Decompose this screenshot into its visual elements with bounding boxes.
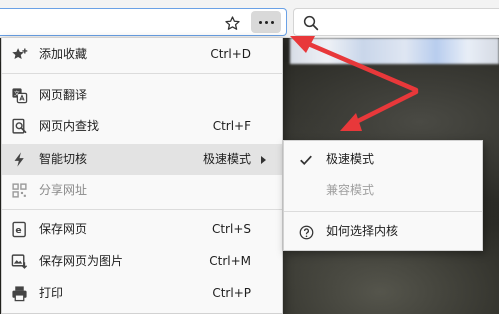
help-circle-icon bbox=[298, 224, 314, 240]
menu-item-save-page[interactable]: e 保存网页 Ctrl+S bbox=[2, 214, 282, 245]
menu-item-translate[interactable]: 文 网页翻译 bbox=[2, 80, 282, 111]
star-icon bbox=[224, 15, 240, 30]
menu-item-shortcut: Ctrl+M bbox=[209, 254, 251, 268]
more-menu-button[interactable] bbox=[251, 11, 281, 33]
submenu-arrow-icon bbox=[261, 156, 266, 164]
submenu-item-label: 极速模式 bbox=[326, 152, 375, 166]
menu-item-smart-kernel[interactable]: 智能切核 极速模式 bbox=[2, 144, 282, 175]
submenu-item-label: 兼容模式 bbox=[326, 183, 375, 197]
menu-item-shortcut: Ctrl+S bbox=[211, 222, 251, 236]
menu-item-label: 打印 bbox=[39, 286, 64, 300]
submenu-item-speed-mode[interactable]: 极速模式 bbox=[284, 144, 482, 175]
menu-item-label: 网页翻译 bbox=[39, 88, 88, 102]
menu-item-label: 添加收藏 bbox=[39, 47, 88, 61]
menu-divider bbox=[2, 73, 282, 74]
save-page-icon: e bbox=[11, 221, 28, 238]
menu-item-add-favorite[interactable]: 添加收藏 Ctrl+D bbox=[2, 39, 282, 70]
blurred-page-banner bbox=[290, 38, 499, 64]
favorite-button[interactable] bbox=[222, 13, 242, 33]
submenu-item-how-to-choose[interactable]: 如何选择内核 bbox=[284, 216, 482, 247]
menu-divider bbox=[2, 209, 282, 210]
menu-item-label: 保存网页为图片 bbox=[39, 254, 124, 268]
find-in-page-icon bbox=[11, 118, 28, 135]
menu-item-share-url[interactable]: 分享网址 bbox=[2, 175, 282, 206]
more-menu: 添加收藏 Ctrl+D 文 网页翻译 网页内查找 Ctrl+F 智能切核 极速模… bbox=[1, 37, 283, 314]
svg-text:e: e bbox=[15, 225, 21, 236]
share-qr-icon bbox=[11, 182, 28, 199]
search-box[interactable] bbox=[293, 8, 499, 36]
menu-item-save-as-image[interactable]: 保存网页为图片 Ctrl+M bbox=[2, 246, 282, 277]
menu-item-label: 分享网址 bbox=[39, 183, 88, 197]
more-horizontal-icon bbox=[258, 20, 274, 24]
address-bar[interactable] bbox=[0, 8, 287, 36]
save-image-icon bbox=[11, 253, 28, 270]
browser-toolbar bbox=[0, 0, 499, 38]
current-kernel-value: 极速模式 bbox=[203, 152, 252, 166]
submenu-divider bbox=[284, 211, 482, 212]
menu-item-label: 网页内查找 bbox=[39, 119, 100, 133]
kernel-submenu: 极速模式 兼容模式 如何选择内核 bbox=[283, 140, 483, 251]
menu-item-label: 保存网页 bbox=[39, 222, 88, 236]
menu-item-shortcut: Ctrl+F bbox=[212, 119, 251, 133]
menu-item-label: 智能切核 bbox=[39, 152, 88, 166]
printer-icon bbox=[11, 285, 28, 302]
translate-icon: 文 bbox=[11, 87, 28, 104]
menu-item-print[interactable]: 打印 Ctrl+P bbox=[2, 278, 282, 309]
submenu-item-compat-mode[interactable]: 兼容模式 bbox=[284, 175, 482, 206]
search-icon bbox=[303, 15, 319, 31]
add-favorite-icon bbox=[11, 46, 28, 63]
menu-item-find[interactable]: 网页内查找 Ctrl+F bbox=[2, 111, 282, 142]
submenu-item-label: 如何选择内核 bbox=[326, 224, 399, 238]
menu-item-shortcut: Ctrl+P bbox=[212, 286, 251, 300]
check-icon bbox=[298, 152, 314, 168]
menu-item-shortcut: Ctrl+D bbox=[210, 47, 251, 61]
lightning-icon bbox=[11, 151, 28, 168]
